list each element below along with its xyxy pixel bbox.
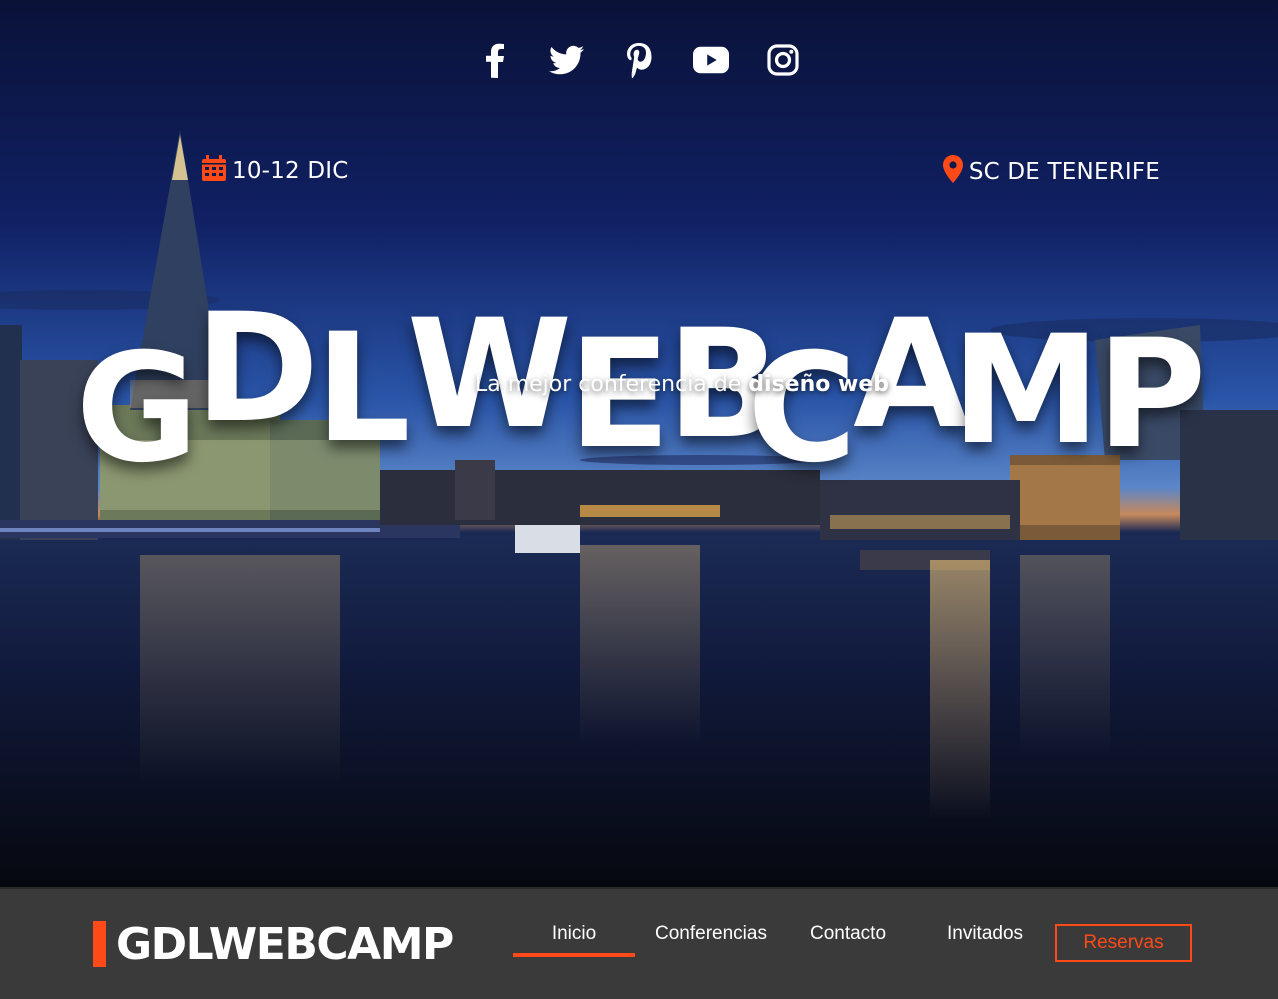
event-date: 10-12 DIC (202, 155, 349, 187)
event-location: SC DE TENERIFE (942, 155, 1160, 189)
social-links (0, 40, 1278, 80)
tagline-text: La mejor conferencia de (474, 372, 742, 397)
twitter-icon[interactable] (549, 40, 585, 80)
nav-item-contacto[interactable]: Contacto (787, 923, 909, 957)
logo-accent-bar (93, 921, 106, 967)
facebook-icon[interactable] (477, 40, 513, 80)
reservas-button[interactable]: Reservas (1055, 924, 1192, 962)
title-letter: D (194, 281, 319, 456)
nav-item-invitados[interactable]: Invitados (924, 923, 1046, 957)
nav-item-conferencias[interactable]: Conferencias (650, 923, 772, 957)
hero-tagline: La mejor conferencia de diseño web (0, 372, 1278, 397)
instagram-icon[interactable] (765, 40, 801, 80)
tagline-highlight: diseño web (748, 372, 890, 397)
primary-nav: Inicio Conferencias Contacto Invitados (513, 923, 1061, 957)
main-navbar: GDLWEBCAMP Inicio Conferencias Contacto … (0, 887, 1278, 999)
nav-item-inicio[interactable]: Inicio (513, 923, 635, 957)
event-date-text: 10-12 DIC (232, 158, 349, 184)
hero-section: 10-12 DIC SC DE TENERIFE GDLWEBCAMP La m… (0, 0, 1278, 887)
site-logo[interactable]: GDLWEBCAMP (93, 918, 454, 970)
title-letter: C (747, 321, 857, 496)
calendar-icon (202, 155, 226, 187)
youtube-icon[interactable] (693, 40, 729, 80)
logo-text: GDLWEBCAMP (116, 918, 454, 970)
pinterest-icon[interactable] (621, 40, 657, 80)
event-location-text: SC DE TENERIFE (968, 159, 1160, 185)
map-pin-icon (942, 155, 963, 189)
title-letter: G (75, 321, 199, 496)
